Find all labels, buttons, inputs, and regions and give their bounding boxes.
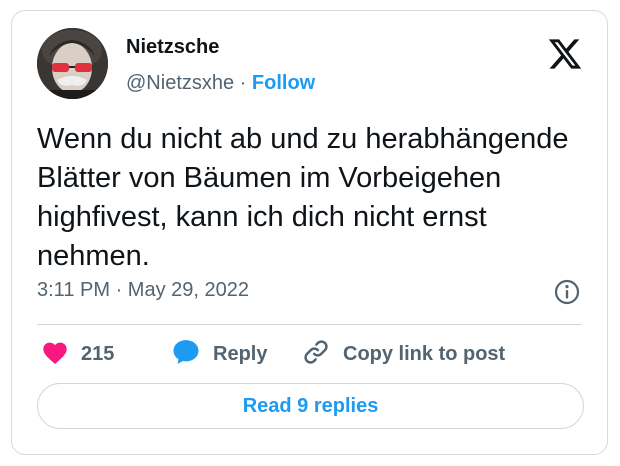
author-handle[interactable]: @Nietzsxhe — [126, 72, 234, 94]
like-button[interactable]: 215 — [41, 338, 114, 370]
heart-icon — [41, 339, 69, 370]
timestamp[interactable]: 3:11 PM · May 29, 2022 — [37, 279, 249, 302]
timestamp-separator: · — [115, 279, 123, 301]
post-date: May 29, 2022 — [127, 279, 249, 301]
author-handle-row: @Nietzsxhe · Follow — [126, 72, 315, 95]
info-icon[interactable] — [553, 278, 581, 306]
speech-bubble-icon — [171, 337, 201, 372]
copy-link-label: Copy link to post — [343, 342, 506, 365]
tweet-card: Nietzsche @Nietzsxhe · Follow Wenn du ni… — [11, 10, 608, 455]
copy-link-button[interactable]: Copy link to post — [301, 338, 505, 370]
avatar[interactable] — [37, 28, 108, 99]
link-icon — [301, 337, 331, 372]
author-name[interactable]: Nietzsche — [126, 36, 219, 59]
follow-button[interactable]: Follow — [252, 72, 315, 94]
divider — [37, 324, 582, 325]
post-time: 3:11 PM — [37, 279, 110, 301]
read-replies-button[interactable]: Read 9 replies — [37, 383, 584, 429]
action-bar: 215 Reply Copy link to post — [37, 338, 597, 370]
reply-label: Reply — [213, 342, 268, 365]
tweet-text: Wenn du nicht ab und zu herabhängende Bl… — [37, 123, 569, 272]
reply-button[interactable]: Reply — [171, 338, 267, 370]
like-count: 215 — [81, 342, 115, 365]
handle-separator: · — [239, 72, 247, 94]
x-logo-icon[interactable] — [547, 36, 583, 72]
